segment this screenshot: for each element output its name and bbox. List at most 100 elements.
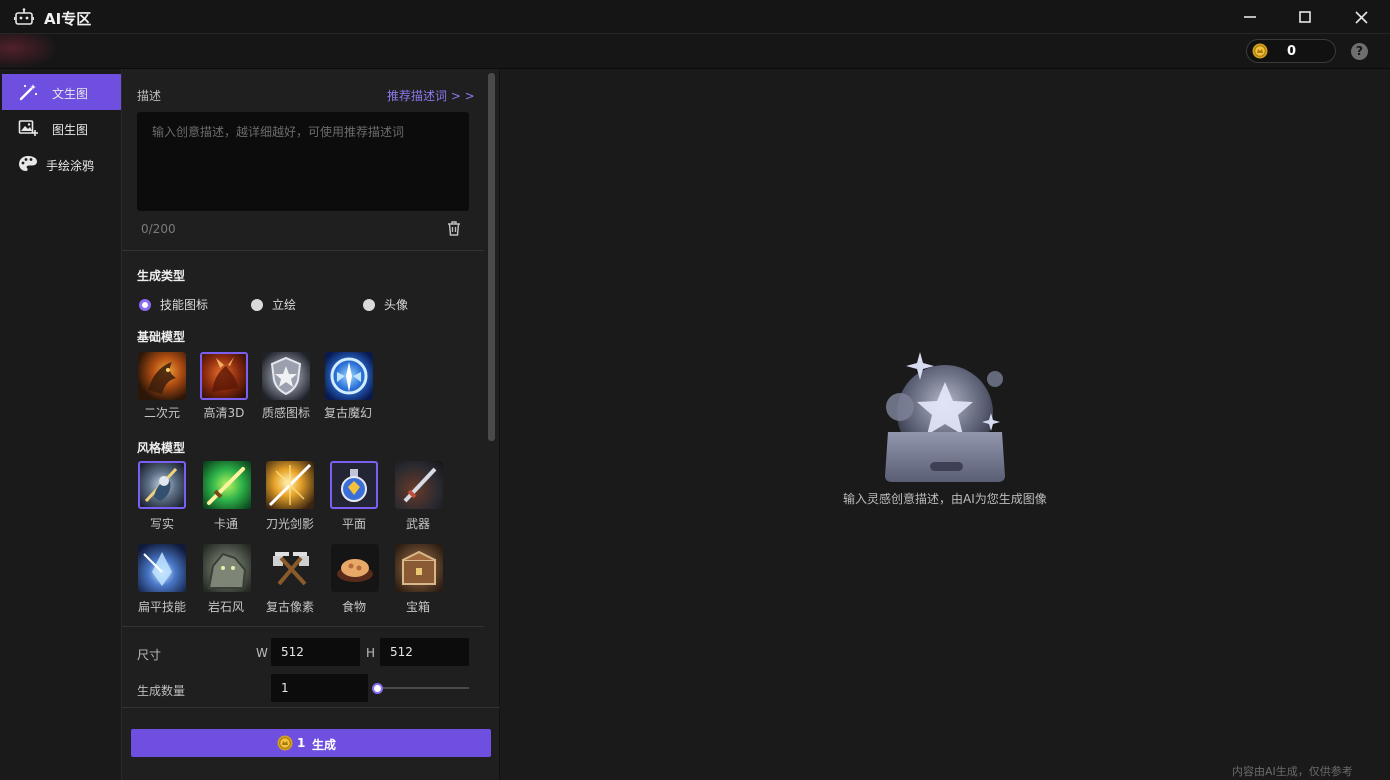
thumbnail-caption: 卡通 (213, 517, 238, 531)
sidebar: 文生图 图生图 手绘涂鸦 (0, 69, 122, 780)
robot-icon (14, 8, 34, 25)
thumbnail-caption: 武器 (405, 517, 430, 531)
height-prefix: H (366, 646, 376, 660)
size-label: 尺寸 (137, 648, 162, 662)
radio-selected-icon (139, 298, 151, 311)
style-model-food[interactable] (331, 544, 379, 592)
base-model-texture-icon[interactable] (262, 352, 310, 400)
count-input[interactable]: 1 (271, 674, 368, 702)
style-model-rock[interactable] (203, 544, 251, 592)
minimize-button[interactable] (1222, 0, 1278, 34)
warrior-thumbnail-icon (144, 467, 178, 503)
radio-label: 立绘 (272, 298, 297, 312)
top-bar: 0 ? (0, 34, 1390, 69)
radio-icon (251, 298, 263, 311)
generate-label: 生成 (312, 738, 337, 752)
thumbnail-caption: 食物 (341, 600, 366, 614)
thumbnail-caption: 扁平技能 (137, 600, 186, 614)
style-model-treasure-box[interactable] (395, 544, 443, 592)
base-model-retro-fantasy[interactable] (325, 352, 373, 400)
thumbnail-caption: 二次元 (143, 406, 180, 420)
help-icon[interactable]: ? (1351, 43, 1368, 60)
divider (122, 707, 500, 708)
coin-icon (1252, 43, 1268, 59)
potion-thumbnail-icon (341, 469, 367, 502)
count-slider-track[interactable] (377, 687, 469, 689)
thumbnail-caption: 复古像素 (265, 600, 314, 614)
height-value: 512 (390, 645, 413, 659)
thumbnail-caption: 宝箱 (405, 600, 430, 614)
title-bar: AI专区 (0, 0, 1390, 34)
maximize-icon (1299, 11, 1311, 23)
base-model-label: 基础模型 (137, 330, 186, 344)
style-model-weapon[interactable] (395, 461, 443, 509)
generate-cost: 1 (297, 736, 306, 750)
base-model-hd3d[interactable] (200, 352, 248, 400)
count-value: 1 (281, 681, 289, 695)
close-button[interactable] (1333, 0, 1389, 34)
dagger-thumbnail-icon (403, 467, 437, 503)
width-input[interactable]: 512 (271, 638, 360, 666)
sword-thumbnail-icon (207, 467, 245, 505)
generate-button[interactable]: 1 生成 (131, 729, 491, 757)
sidebar-item-label: 文生图 (52, 87, 89, 101)
type-label: 生成类型 (137, 269, 186, 283)
decorative-banner (0, 34, 60, 69)
style-model-flat[interactable] (330, 461, 378, 509)
thumbnail-caption: 写实 (149, 517, 174, 531)
coin-balance[interactable]: 0 (1246, 39, 1336, 63)
empty-state-crystal-ball-icon (885, 352, 1005, 482)
radio-icon (363, 298, 375, 311)
coin-icon (277, 735, 293, 751)
divider (122, 626, 484, 627)
count-slider-handle[interactable] (372, 683, 383, 694)
trash-icon[interactable] (447, 221, 461, 236)
thumbnail-caption: 质感图标 (261, 406, 310, 420)
palette-icon (19, 156, 37, 171)
radio-label: 头像 (384, 298, 409, 312)
description-placeholder: 输入创意描述，越详细越好，可使用推荐描述词 (152, 125, 405, 139)
minimize-icon (1244, 16, 1256, 18)
type-radio-skill-icon[interactable]: 技能图标 (139, 296, 208, 313)
base-model-anime[interactable] (138, 352, 186, 400)
sidebar-item-text-to-image[interactable]: 文生图 (2, 74, 121, 110)
app-title: AI专区 (44, 10, 92, 28)
char-counter: 0/200 (141, 222, 176, 236)
description-input[interactable]: 输入创意描述，越详细越好，可使用推荐描述词 (137, 112, 469, 211)
width-prefix: W (256, 646, 268, 660)
style-model-realistic[interactable] (138, 461, 186, 509)
divider (122, 250, 484, 251)
thumbnail-caption: 刀光剑影 (265, 517, 314, 531)
style-model-flat-skill[interactable] (138, 544, 186, 592)
food-thumbnail-icon (337, 559, 373, 582)
style-model-retro-pixel[interactable] (267, 544, 315, 592)
blade-thumbnail-icon (268, 463, 312, 507)
radio-label: 技能图标 (160, 298, 209, 312)
type-radio-avatar[interactable]: 头像 (363, 296, 408, 313)
pixel-axe-thumbnail-icon (273, 552, 309, 586)
count-label: 生成数量 (137, 684, 186, 698)
ai-disclaimer: 内容由AI生成，仅供参考 (1232, 765, 1353, 778)
sidebar-item-image-to-image[interactable]: 图生图 (2, 110, 121, 146)
maximize-button[interactable] (1277, 0, 1333, 34)
panel-scrollbar[interactable] (488, 73, 495, 441)
width-value: 512 (281, 645, 304, 659)
height-input[interactable]: 512 (380, 638, 469, 666)
style-model-blade-light[interactable] (266, 461, 314, 509)
description-label: 描述 (137, 89, 162, 103)
image-plus-icon (18, 120, 38, 136)
recommend-prompts-link[interactable]: 推荐描述词 > > (387, 87, 475, 104)
empty-state-text: 输入灵感创意描述，由AI为您生成图像 (843, 492, 1047, 506)
style-model-cartoon[interactable] (203, 461, 251, 509)
type-radio-portrait[interactable]: 立绘 (251, 296, 296, 313)
thumbnail-caption: 高清3D (203, 406, 245, 420)
dragon-thumbnail-icon (148, 362, 176, 394)
thumbnail-caption: 复古魔幻 (323, 406, 372, 420)
thumbnail-caption: 岩石风 (207, 600, 244, 614)
shield-thumbnail-icon (270, 356, 302, 396)
rock-beast-thumbnail-icon (207, 552, 247, 589)
sidebar-item-doodle[interactable]: 手绘涂鸦 (2, 146, 121, 182)
close-icon (1354, 10, 1368, 24)
style-model-label: 风格模型 (137, 441, 186, 455)
demon-thumbnail-icon (212, 357, 238, 392)
